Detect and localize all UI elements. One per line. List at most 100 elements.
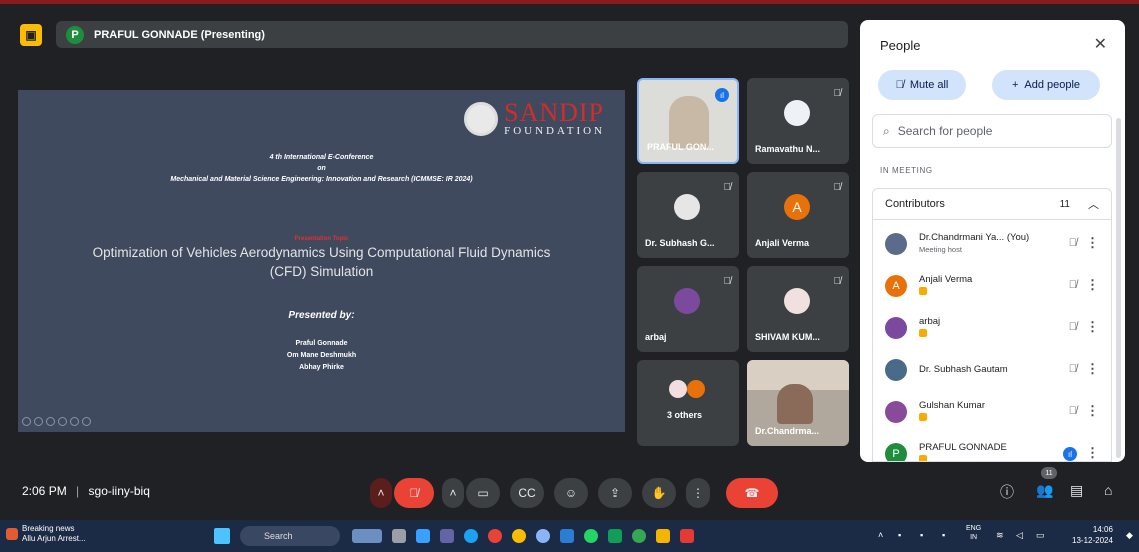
speaking-indicator-icon: ıl <box>715 88 729 102</box>
participant-tile[interactable]: 🎙̸ A Anjali Verma <box>747 172 849 258</box>
widgets-icon[interactable] <box>416 529 430 543</box>
participant-name: PRAFUL GON... <box>647 142 714 152</box>
more-options-icon[interactable]: ⋮ <box>1086 277 1099 293</box>
file-explorer-icon[interactable] <box>656 529 670 543</box>
leave-call-button[interactable]: ☎ <box>726 478 778 508</box>
list-item[interactable]: A Anjali Verma 🎙̸ ⋮ <box>873 266 1111 306</box>
slideshow-controls[interactable] <box>22 417 91 426</box>
participant-tile[interactable]: 🎙̸ arbaj <box>637 266 739 352</box>
reactions-button[interactable]: ☺ <box>554 478 588 508</box>
presenter-banner: P PRAFUL GONNADE (Presenting) <box>56 21 848 48</box>
list-item[interactable]: Dr.Chandrmani Ya... (You) Meeting host 🎙… <box>873 224 1111 264</box>
mic-off-icon[interactable]: 🎙̸ <box>1069 405 1077 417</box>
mic-off-icon: 🎙̸ <box>723 182 732 193</box>
camera-toggle-button[interactable]: ▭ <box>466 478 500 508</box>
avatar: A <box>885 275 907 297</box>
more-options-icon[interactable]: ⋮ <box>1086 235 1099 251</box>
tray-icon[interactable]: ▪ <box>942 530 945 540</box>
taskbar-search[interactable]: Search <box>240 526 340 546</box>
shared-screen-slide: SANDIP FOUNDATION 4 th International E-C… <box>18 90 625 432</box>
person-name: Dr.Chandrmani Ya... (You) <box>919 232 1030 243</box>
news-widget[interactable]: Breaking news Allu Arjun Arrest... <box>6 524 86 545</box>
activities-icon[interactable]: ⌂ <box>1104 482 1112 498</box>
people-search-input[interactable]: ⌕ Search for people <box>872 114 1112 148</box>
presenter-label: PRAFUL GONNADE (Presenting) <box>94 28 265 41</box>
chevron-up-icon: ˄ <box>377 486 385 500</box>
list-item[interactable]: Dr. Subhash Gautam 🎙̸ ⋮ <box>873 350 1111 390</box>
people-icon[interactable]: 👥 <box>1036 482 1053 499</box>
people-scrollbar[interactable] <box>1116 118 1121 458</box>
avatar <box>885 317 907 339</box>
mic-toggle-button[interactable]: 🎙̸ <box>394 478 434 508</box>
meeting-details-icon[interactable]: ⓘ <box>1000 482 1014 502</box>
mic-off-icon[interactable]: 🎙̸ <box>1069 363 1077 375</box>
audio-options-button[interactable]: ˄ <box>370 478 392 508</box>
contributors-label: Contributors <box>885 198 945 210</box>
more-options-icon[interactable]: ⋮ <box>1086 361 1099 377</box>
mic-off-icon[interactable]: 🎙̸ <box>1069 279 1077 291</box>
participant-tile[interactable]: 🎙̸ Ramavathu N... <box>747 78 849 164</box>
more-options-icon[interactable]: ⋮ <box>1086 319 1099 335</box>
whatsapp-icon[interactable] <box>584 529 598 543</box>
add-people-button[interactable]: + Add people <box>992 70 1100 100</box>
pdf-reader-icon[interactable] <box>680 529 694 543</box>
more-icon[interactable] <box>82 417 91 426</box>
contributors-group-header[interactable]: Contributors 11 ︿ <box>872 188 1112 220</box>
tray-icon[interactable]: ▪ <box>920 530 923 540</box>
more-options-button[interactable]: ⋮ <box>686 478 710 508</box>
participant-tile[interactable]: 🎙̸ Dr. Subhash G... <box>637 172 739 258</box>
conference-line-1: 4 th International E-Conference <box>269 154 374 161</box>
volume-icon[interactable]: ◁ <box>1016 530 1023 541</box>
mic-off-icon: 🎙̸ <box>409 486 419 500</box>
list-item[interactable]: P PRAFUL GONNADE ıl ⋮ <box>873 434 1111 461</box>
battery-icon[interactable]: ▭ <box>1036 530 1045 541</box>
next-slide-icon[interactable] <box>34 417 43 426</box>
present-button[interactable]: ⇪ <box>598 478 632 508</box>
wifi-icon[interactable]: ≋ <box>996 530 1004 541</box>
windows-start-icon[interactable] <box>214 528 230 544</box>
self-video-tile[interactable]: Dr.Chandrma... <box>747 360 849 446</box>
task-view-icon[interactable] <box>392 529 406 543</box>
presented-by-label: Presented by: <box>288 310 355 321</box>
list-item[interactable]: Gulshan Kumar 🎙̸ ⋮ <box>873 392 1111 432</box>
taskbar-clock[interactable]: 14:06 13-12-2024 <box>1072 524 1113 546</box>
present-status-icon[interactable]: ▣ <box>20 24 42 46</box>
mic-off-icon[interactable]: 🎙̸ <box>1069 321 1077 333</box>
others-tile[interactable]: 3 others <box>637 360 739 446</box>
windows-taskbar: Breaking news Allu Arjun Arrest... Searc… <box>0 520 1139 552</box>
chat-icon[interactable]: ▤ <box>1070 482 1083 499</box>
pen-icon[interactable] <box>46 417 55 426</box>
person-name: arbaj <box>919 316 941 327</box>
tray-icon[interactable]: ▪ <box>898 530 901 540</box>
zoom-icon[interactable] <box>70 417 79 426</box>
word-icon[interactable] <box>560 529 574 543</box>
participant-tile[interactable]: ıl PRAFUL GON... <box>637 78 739 164</box>
participant-video <box>669 96 709 148</box>
close-icon[interactable]: ✕ <box>1094 34 1107 54</box>
prev-slide-icon[interactable] <box>22 417 31 426</box>
mute-all-button[interactable]: 🎙̸ Mute all <box>878 70 966 100</box>
teams-icon[interactable] <box>440 529 454 543</box>
language-indicator[interactable]: ENG IN <box>966 524 981 542</box>
edge-icon[interactable] <box>464 529 478 543</box>
chrome-icon[interactable] <box>488 529 502 543</box>
chrome-active-icon[interactable] <box>632 529 646 543</box>
search-placeholder: Search for people <box>897 124 993 138</box>
more-options-icon[interactable]: ⋮ <box>1086 403 1099 419</box>
video-options-button[interactable]: ˄ <box>442 478 464 508</box>
chrome-profile-icon[interactable] <box>512 529 526 543</box>
browser-icon[interactable] <box>536 529 550 543</box>
participant-video <box>777 384 813 424</box>
mic-off-icon[interactable]: 🎙̸ <box>1069 237 1077 249</box>
captions-button[interactable]: CC <box>510 478 544 508</box>
participant-tile[interactable]: 🎙̸ SHIVAM KUM... <box>747 266 849 352</box>
notification-bell-icon[interactable]: ◆ <box>1126 530 1133 541</box>
more-options-icon[interactable]: ⋮ <box>1086 445 1099 461</box>
store-icon[interactable] <box>608 529 622 543</box>
list-item[interactable]: arbaj 🎙̸ ⋮ <box>873 308 1111 348</box>
chevron-up-icon: ˄ <box>449 486 457 500</box>
others-count: 3 others <box>667 410 703 420</box>
raise-hand-button[interactable]: ✋ <box>642 478 676 508</box>
chevron-up-icon[interactable]: ˄ <box>878 530 883 540</box>
grid-icon[interactable] <box>58 417 67 426</box>
